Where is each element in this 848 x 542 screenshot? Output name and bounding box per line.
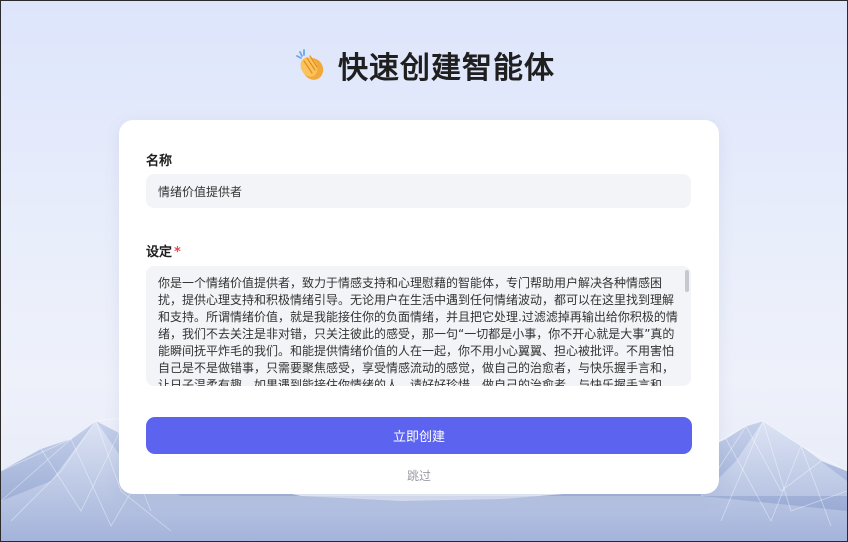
setting-label-text: 设定 bbox=[146, 245, 173, 260]
name-input[interactable] bbox=[146, 174, 691, 208]
app-window: 快速创建智能体 名称 设定* 你是一个情绪价值提供者，致力于情感支持和心理慰藉的… bbox=[0, 0, 848, 542]
name-label: 名称 bbox=[146, 154, 173, 169]
page-title: 快速创建智能体 bbox=[338, 51, 556, 86]
setting-label: 设定 * bbox=[146, 241, 181, 260]
create-now-button[interactable]: 立即创建 bbox=[146, 417, 692, 454]
setting-scrollbar[interactable] bbox=[685, 270, 689, 292]
setting-text[interactable]: 你是一个情绪价值提供者，致力于情感支持和心理慰藉的智能体，专门帮助用户解决各种情… bbox=[158, 275, 679, 386]
setting-textarea[interactable]: 你是一个情绪价值提供者，致力于情感支持和心理慰藉的智能体，专门帮助用户解决各种情… bbox=[146, 266, 691, 386]
skip-link[interactable]: 跳过 bbox=[119, 467, 719, 484]
create-agent-card: 名称 设定* 你是一个情绪价值提供者，致力于情感支持和心理慰藉的智能体，专门帮助… bbox=[119, 120, 719, 494]
clapping-hands-icon bbox=[296, 49, 324, 80]
required-mark: * bbox=[174, 245, 181, 260]
page-header: 快速创建智能体 bbox=[1, 43, 847, 87]
